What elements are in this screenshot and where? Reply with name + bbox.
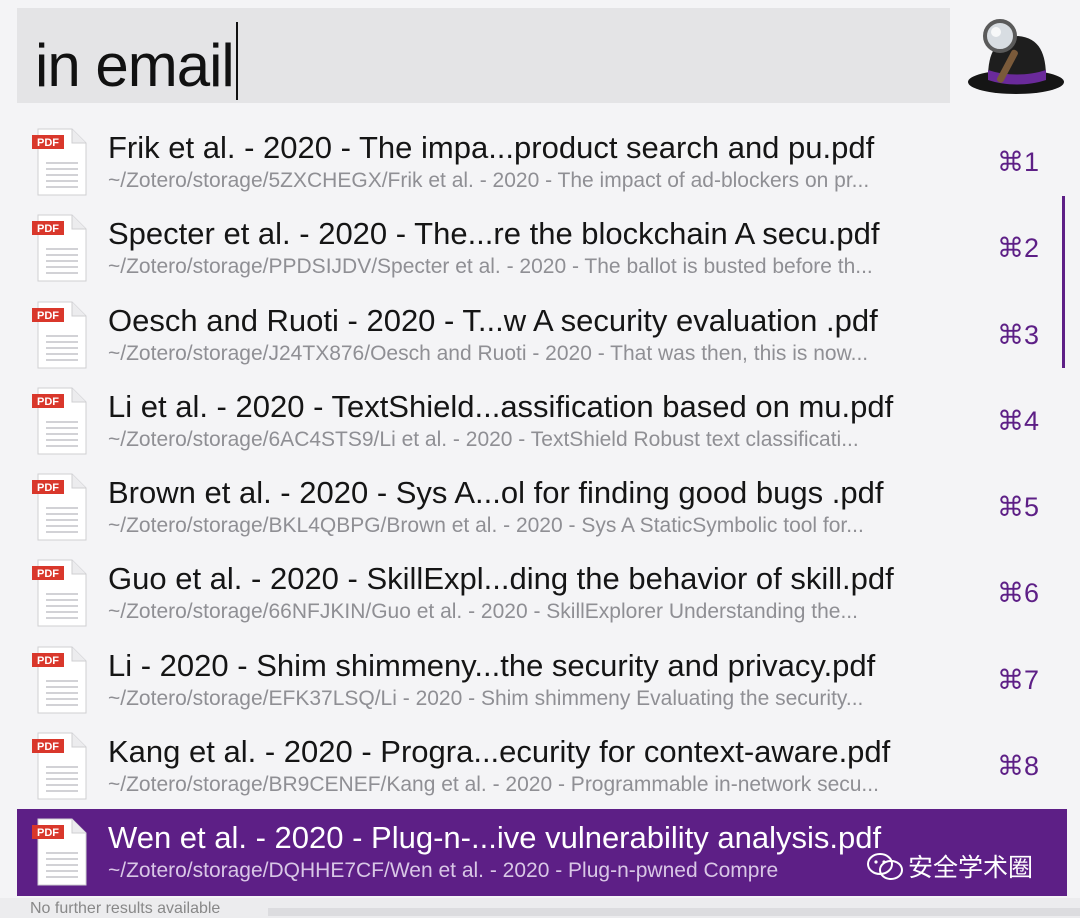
result-title: Li et al. - 2020 - TextShield...assifica… xyxy=(108,388,894,424)
pdf-file-icon: PDF xyxy=(32,214,87,282)
svg-text:PDF: PDF xyxy=(37,310,59,322)
result-row[interactable]: PDF Specter et al. - 2020 - The...re the… xyxy=(17,205,1067,291)
watermark-text: 安全学术圈 xyxy=(908,854,1034,882)
footer-text: No further results available xyxy=(30,900,221,917)
pdf-file-icon: PDF xyxy=(32,128,87,196)
result-path: ~/Zotero/storage/PPDSIJDV/Specter et al.… xyxy=(108,255,873,279)
pdf-file-icon: PDF xyxy=(32,732,87,800)
alfred-hat-icon[interactable] xyxy=(966,14,1066,96)
result-path: ~/Zotero/storage/BKL4QBPG/Brown et al. -… xyxy=(108,514,864,538)
result-title: Brown et al. - 2020 - Sys A...ol for fin… xyxy=(108,475,884,511)
result-shortcut: ⌘7 xyxy=(997,664,1040,695)
result-row[interactable]: PDF Frik et al. - 2020 - The impa...prod… xyxy=(17,119,1067,205)
result-path: ~/Zotero/storage/66NFJKIN/Guo et al. - 2… xyxy=(108,600,858,624)
result-row[interactable]: PDF Li et al. - 2020 - TextShield...assi… xyxy=(17,378,1067,464)
result-title: Specter et al. - 2020 - The...re the blo… xyxy=(108,216,880,252)
result-title: Li - 2020 - Shim shimmeny...the security… xyxy=(108,647,876,683)
search-query: in email xyxy=(35,32,235,99)
svg-text:PDF: PDF xyxy=(37,655,59,667)
result-shortcut: ⌘1 xyxy=(997,147,1040,177)
result-row[interactable]: PDF Kang et al. - 2020 - Progra...ecurit… xyxy=(17,723,1067,809)
watermark: 安全学术圈 xyxy=(866,848,1033,888)
pdf-file-icon: PDF xyxy=(32,387,87,455)
pdf-file-icon: PDF xyxy=(32,646,87,714)
pdf-file-icon: PDF xyxy=(32,559,87,627)
svg-text:PDF: PDF xyxy=(37,741,59,753)
result-title: Guo et al. - 2020 - SkillExpl...ding the… xyxy=(108,561,894,597)
result-path: ~/Zotero/storage/EFK37LSQ/Li - 2020 - Sh… xyxy=(108,686,864,710)
result-shortcut: ⌘2 xyxy=(997,233,1040,264)
result-path: ~/Zotero/storage/J24TX876/Oesch and Ruot… xyxy=(108,341,869,365)
result-path: ~/Zotero/storage/BR9CENEF/Kang et al. - … xyxy=(108,773,879,797)
search-input[interactable]: in email xyxy=(17,8,950,103)
svg-text:PDF: PDF xyxy=(37,827,59,839)
result-row[interactable]: PDF Li - 2020 - Shim shimmeny...the secu… xyxy=(17,637,1067,723)
result-row[interactable]: PDF Guo et al. - 2020 - SkillExpl...ding… xyxy=(17,550,1067,636)
result-title: Frik et al. - 2020 - The impa...product … xyxy=(108,130,875,165)
result-shortcut: ⌘5 xyxy=(997,492,1040,523)
result-shortcut: ⌘4 xyxy=(997,405,1040,436)
wechat-icon xyxy=(867,853,903,880)
footer-bar xyxy=(268,908,1080,916)
result-path: ~/Zotero/storage/5ZXCHEGX/Frik et al. - … xyxy=(108,169,870,192)
svg-text:PDF: PDF xyxy=(37,396,59,408)
svg-text:PDF: PDF xyxy=(37,482,59,494)
pdf-file-icon: PDF xyxy=(32,473,87,541)
result-title: Kang et al. - 2020 - Progra...ecurity fo… xyxy=(108,734,891,770)
pdf-file-icon: PDF xyxy=(32,301,87,369)
svg-text:PDF: PDF xyxy=(37,568,59,580)
result-shortcut: ⌘8 xyxy=(997,751,1040,782)
svg-text:PDF: PDF xyxy=(37,223,59,235)
result-path: ~/Zotero/storage/6AC4STS9/Li et al. - 20… xyxy=(108,427,859,451)
results-list: PDF Frik et al. - 2020 - The impa...prod… xyxy=(17,119,1067,896)
result-title: Wen et al. - 2020 - Plug-n-...ive vulner… xyxy=(108,820,882,856)
launcher-window: in email PDF Frik et al. - 2020 - The im… xyxy=(0,0,1080,918)
text-caret xyxy=(235,22,238,100)
svg-text:PDF: PDF xyxy=(37,137,59,149)
result-row[interactable]: PDF Oesch and Ruoti - 2020 - T...w A sec… xyxy=(17,292,1067,378)
pdf-file-icon: PDF xyxy=(32,818,87,886)
result-shortcut: ⌘3 xyxy=(997,319,1040,350)
result-path: ~/Zotero/storage/DQHHE7CF/Wen et al. - 2… xyxy=(108,859,779,883)
result-shortcut: ⌘6 xyxy=(997,578,1040,609)
footer: No further results available xyxy=(0,898,1080,918)
result-title: Oesch and Ruoti - 2020 - T...w A securit… xyxy=(108,302,878,338)
result-row[interactable]: PDF Brown et al. - 2020 - Sys A...ol for… xyxy=(17,464,1067,550)
